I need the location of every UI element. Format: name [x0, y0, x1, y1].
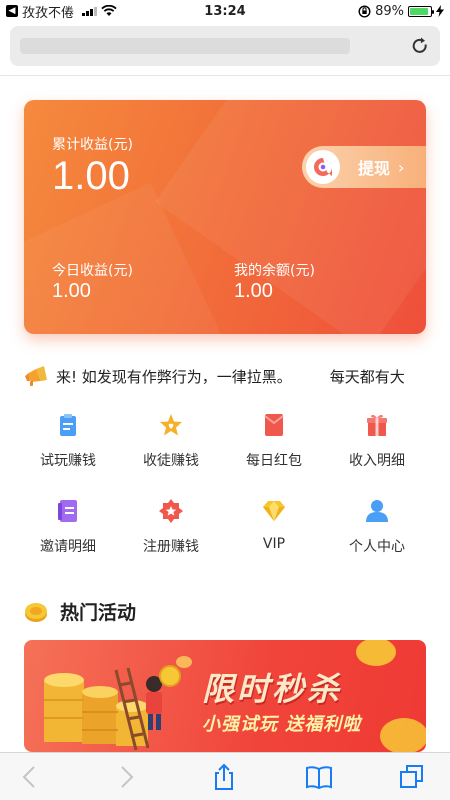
battery-icon — [408, 5, 434, 17]
notice-marquee: 来! 如发现有作弊行为，一律拉黑。 每天都有大 — [24, 364, 426, 388]
diamond-icon — [263, 501, 285, 521]
share-icon[interactable] — [210, 763, 238, 791]
menu-label: VIP — [262, 536, 286, 552]
total-earnings-label: 累计收益(元) — [52, 137, 133, 153]
menu-label: 个人中心 — [349, 539, 405, 555]
withdraw-button[interactable]: 提现 › — [302, 146, 426, 188]
flash-sale-banner[interactable]: 限时秒杀 小强试玩 送福利啦 — [24, 640, 426, 752]
menu-item-income-details[interactable]: 收入明细 — [327, 412, 427, 472]
document-icon — [58, 500, 77, 522]
menu-item-trial-earn[interactable]: 试玩赚钱 — [18, 412, 118, 472]
balance-label: 我的余额(元) — [234, 263, 315, 279]
menu-label: 收入明细 — [349, 453, 405, 469]
banner-subtitle: 小强试玩 送福利啦 — [202, 714, 362, 735]
battery-percent: 89% — [375, 3, 404, 19]
feature-menu: 试玩赚钱 收徒赚钱 每日红包 收入明细 邀请明细 注册赚钱 VIP 个人中心 — [0, 412, 450, 558]
withdraw-label: 提现 — [358, 159, 391, 178]
menu-item-recruit-earn[interactable]: 收徒赚钱 — [121, 412, 221, 472]
bookmarks-icon[interactable] — [305, 763, 333, 791]
earnings-card: 累计收益(元) 1.00 提现 › 今日收益(元) 1.00 我的余额(元) 1… — [24, 100, 426, 334]
url-text[interactable] — [20, 38, 350, 54]
menu-label: 邀请明细 — [40, 539, 96, 555]
menu-label: 每日红包 — [246, 453, 302, 469]
star-badge-icon — [159, 499, 183, 523]
today-earnings-value: 1.00 — [52, 280, 91, 302]
banner-title: 限时秒杀 — [202, 670, 343, 708]
tabs-icon[interactable] — [398, 763, 426, 791]
forward-icon[interactable] — [112, 763, 140, 791]
menu-item-vip[interactable]: VIP — [224, 498, 324, 558]
total-earnings-value: 1.00 — [52, 154, 130, 198]
menu-item-register-earn[interactable]: 注册赚钱 — [121, 498, 221, 558]
star-icon — [160, 414, 182, 436]
reload-icon[interactable] — [410, 36, 430, 56]
charging-icon — [436, 5, 444, 17]
status-time: 13:24 — [204, 3, 246, 19]
back-to-app-icon[interactable]: ◀ — [6, 5, 18, 17]
menu-label: 收徒赚钱 — [143, 453, 199, 469]
clipboard-icon — [60, 414, 76, 436]
coin-icon — [25, 602, 47, 622]
rotation-lock-icon — [358, 4, 371, 18]
hot-events-heading: 热门活动 — [24, 598, 136, 625]
wifi-icon — [101, 5, 117, 16]
browser-toolbar — [0, 752, 450, 800]
menu-item-daily-red-envelope[interactable]: 每日红包 — [224, 412, 324, 472]
menu-item-personal-center[interactable]: 个人中心 — [327, 498, 427, 558]
app-logo-icon — [306, 150, 340, 184]
megaphone-icon — [25, 366, 47, 386]
notice-text-2: 每天都有大 — [329, 367, 405, 386]
address-bar[interactable] — [10, 26, 440, 66]
back-icon[interactable] — [16, 763, 44, 791]
balance-value: 1.00 — [234, 280, 273, 302]
divider — [0, 75, 450, 76]
chevron-right-icon: › — [398, 157, 405, 177]
today-earnings-label: 今日收益(元) — [52, 263, 133, 279]
menu-item-invite-details[interactable]: 邀请明细 — [18, 498, 118, 558]
hot-events-title: 热门活动 — [60, 602, 137, 624]
carrier-name: 孜孜不倦 — [22, 5, 75, 21]
menu-label: 试玩赚钱 — [40, 453, 96, 469]
menu-label: 注册赚钱 — [143, 539, 199, 555]
red-envelope-icon — [264, 414, 284, 436]
signal-icon — [82, 6, 98, 16]
status-bar: ◀ 孜孜不倦 13:24 89% — [0, 0, 450, 22]
user-icon — [366, 500, 388, 522]
gift-icon — [367, 414, 387, 436]
notice-text-1: 来! 如发现有作弊行为，一律拉黑。 — [56, 367, 292, 386]
